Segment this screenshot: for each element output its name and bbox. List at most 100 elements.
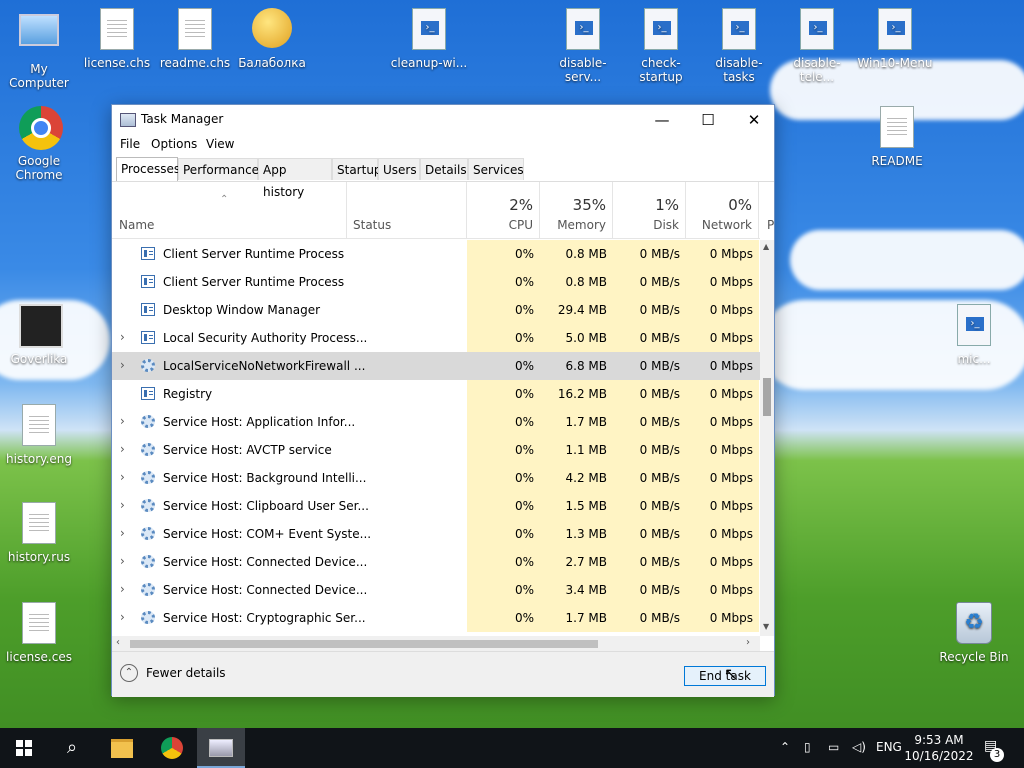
tab-details[interactable]: Details: [420, 158, 468, 180]
memory-value: 1.5 MB: [540, 492, 613, 520]
desktop-icon[interactable]: README: [858, 106, 936, 168]
column-cpu[interactable]: 2% CPU: [467, 182, 540, 238]
file-explorer-icon[interactable]: [98, 728, 146, 768]
desktop-icon[interactable]: Балаболка: [233, 8, 311, 70]
title-bar[interactable]: Task Manager — ☐ ✕: [112, 105, 774, 135]
table-row[interactable]: Client Server Runtime Process 0% 0.8 MB 0 M…: [112, 268, 760, 296]
desktop-icon[interactable]: readme.chs: [156, 8, 234, 70]
expand-chevron-icon[interactable]: ›: [120, 498, 125, 512]
chevron-up-tray-icon[interactable]: ⌃: [780, 740, 790, 754]
scroll-left-icon[interactable]: ‹: [116, 637, 120, 648]
table-row[interactable]: Registry 0% 16.2 MB 0 MB/s 0 Mbps: [112, 380, 760, 408]
tab-services[interactable]: Services: [468, 158, 524, 180]
start-button[interactable]: [0, 728, 48, 768]
desktop-icon[interactable]: My Computer: [0, 8, 78, 90]
mouse-cursor-icon: ↖: [724, 664, 738, 683]
column-disk[interactable]: 1% Disk: [613, 182, 686, 238]
memory-value: 29.4 MB: [540, 296, 613, 324]
expand-chevron-icon[interactable]: ›: [120, 414, 125, 428]
horizontal-scroll-thumb[interactable]: [130, 640, 598, 648]
desktop-icon[interactable]: license.chs: [78, 8, 156, 70]
expand-chevron-icon[interactable]: ›: [120, 582, 125, 596]
desktop-icon[interactable]: disable-serv...: [544, 8, 622, 84]
desktop-icon[interactable]: mic...: [935, 304, 1013, 366]
column-status[interactable]: Status: [347, 182, 467, 238]
memory-value: 16.2 MB: [540, 380, 613, 408]
network-icon[interactable]: ▭: [828, 740, 839, 754]
column-name[interactable]: Name: [112, 182, 347, 238]
expand-chevron-icon[interactable]: ›: [120, 526, 125, 540]
tab-startup[interactable]: Startup: [332, 158, 382, 180]
expand-chevron-icon[interactable]: ›: [120, 330, 125, 344]
minimize-button[interactable]: —: [639, 105, 685, 135]
table-row[interactable]: › Service Host: Application Infor... 0% 1.7…: [112, 408, 760, 436]
disk-value: 0 MB/s: [613, 492, 686, 520]
battery-icon[interactable]: ▯: [804, 740, 811, 754]
table-row[interactable]: › Service Host: Background Intelli... 0% 4.…: [112, 464, 760, 492]
clock[interactable]: 9:53 AM 10/16/2022: [904, 732, 974, 764]
tab-app-history[interactable]: App history: [258, 158, 332, 199]
service-gear-icon: [141, 583, 155, 596]
expand-chevron-icon[interactable]: ›: [120, 442, 125, 456]
cpu-value: 0%: [467, 324, 540, 352]
maximize-button[interactable]: ☐: [685, 105, 731, 135]
scroll-up-icon[interactable]: ▲: [763, 242, 769, 251]
tab-performance[interactable]: Performance: [178, 158, 259, 180]
cpu-value: 0%: [467, 576, 540, 604]
expand-chevron-icon[interactable]: ›: [120, 610, 125, 624]
table-row[interactable]: › Local Security Authority Process... 0% 5.…: [112, 324, 760, 352]
tab-users[interactable]: Users: [378, 158, 420, 180]
task-manager-window[interactable]: Task Manager — ☐ ✕ File Options View Pro…: [111, 104, 775, 697]
table-row[interactable]: › Service Host: Connected Device... 0% 3.4 …: [112, 576, 760, 604]
vertical-scroll-thumb[interactable]: [763, 378, 771, 416]
process-name: Service Host: Connected Device...: [163, 555, 368, 569]
desktop-icon[interactable]: Goverlika: [0, 304, 78, 366]
chrome-taskbar-icon[interactable]: [148, 728, 196, 768]
menu-file[interactable]: File: [120, 137, 140, 151]
disk-value: 0 MB/s: [613, 576, 686, 604]
tab-processes[interactable]: Processes: [116, 157, 180, 181]
scroll-down-icon[interactable]: ▼: [763, 622, 769, 631]
expand-chevron-icon[interactable]: ›: [120, 358, 125, 372]
table-row[interactable]: Client Server Runtime Process 0% 0.8 MB 0 M…: [112, 240, 760, 268]
process-name: Service Host: Clipboard User Ser...: [163, 499, 369, 513]
menu-view[interactable]: View: [206, 137, 234, 151]
desktop-icon[interactable]: Google Chrome: [0, 106, 78, 182]
column-memory[interactable]: 35% Memory: [540, 182, 613, 238]
desktop-icon[interactable]: disable-tasks: [700, 8, 778, 84]
desktop-icon[interactable]: Win10-Menu: [856, 8, 934, 70]
table-row[interactable]: › Service Host: AVCTP service 0% 1.1 MB 0 MB…: [112, 436, 760, 464]
menu-options[interactable]: Options: [151, 137, 197, 151]
vertical-scrollbar[interactable]: ▲ ▼: [760, 240, 774, 636]
table-row[interactable]: Desktop Window Manager 0% 29.4 MB 0 MB/s 0 M…: [112, 296, 760, 324]
search-icon[interactable]: ⌕: [48, 728, 96, 768]
table-row[interactable]: › Service Host: Clipboard User Ser... 0% 1.…: [112, 492, 760, 520]
powershell-script-icon: [409, 8, 449, 52]
memory-value: 3.4 MB: [540, 576, 613, 604]
horizontal-scrollbar[interactable]: ‹ ›: [112, 636, 760, 652]
desktop-icon-label: license.chs: [83, 56, 151, 70]
desktop-icon[interactable]: history.eng: [0, 404, 78, 466]
desktop-icon[interactable]: disable-tele...: [778, 8, 856, 84]
column-power[interactable]: P: [759, 182, 774, 238]
desktop-icon[interactable]: license.ces: [0, 602, 78, 664]
task-manager-taskbar-icon[interactable]: [197, 728, 245, 768]
desktop-icon[interactable]: history.rus: [0, 502, 78, 564]
fewer-details-link[interactable]: Fewer details: [146, 666, 226, 680]
table-row[interactable]: › Service Host: Cryptographic Ser... 0% 1.7…: [112, 604, 760, 632]
chevron-up-icon[interactable]: ⌃: [120, 664, 138, 682]
language-indicator[interactable]: ENG: [876, 740, 902, 754]
volume-icon[interactable]: ◁): [852, 740, 866, 754]
scroll-right-icon[interactable]: ›: [746, 637, 750, 648]
desktop-icon[interactable]: ♻ Recycle Bin: [935, 602, 1013, 664]
table-row[interactable]: › LocalServiceNoNetworkFirewall ... 0% 6.8 …: [112, 352, 760, 380]
expand-chevron-icon[interactable]: ›: [120, 554, 125, 568]
table-row[interactable]: › Service Host: Connected Device... 0% 2.7 …: [112, 548, 760, 576]
column-network[interactable]: 0% Network: [686, 182, 759, 238]
desktop-icon[interactable]: cleanup-wi...: [390, 8, 468, 70]
desktop-icon[interactable]: check-startup: [622, 8, 700, 84]
expand-chevron-icon[interactable]: ›: [120, 470, 125, 484]
table-row[interactable]: › Service Host: COM+ Event Syste... 0% 1.3 …: [112, 520, 760, 548]
cpu-value: 0%: [467, 296, 540, 324]
close-button[interactable]: ✕: [731, 105, 777, 135]
